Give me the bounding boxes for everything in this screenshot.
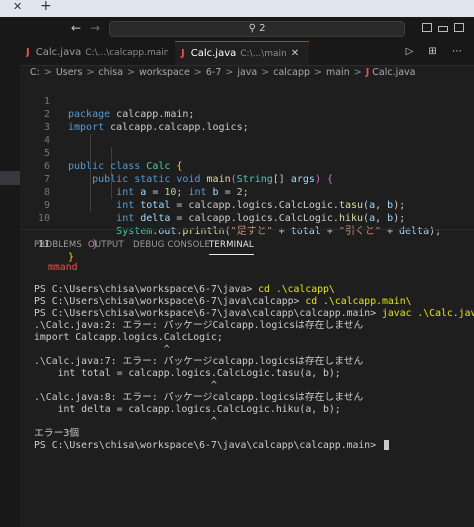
terminal-line: int delta = calcapp.logics.CalcLogic.hik…	[34, 404, 341, 415]
terminal-line: PS C:\Users\chisa\workspace\6-7\java\cal…	[34, 440, 389, 452]
code-line: 2 import calcapp.calcapp.logics;	[20, 95, 249, 133]
java-file-icon: J	[181, 48, 185, 59]
terminal-line: int total = calcapp.logics.CalcLogic.tas…	[34, 368, 341, 379]
breadcrumb-item[interactable]: java	[237, 67, 257, 78]
toggle-sidebar-icon[interactable]	[422, 23, 432, 32]
chevron-right-icon: >	[353, 67, 362, 78]
chevron-right-icon: >	[193, 67, 202, 78]
terminal-prompt: PS C:\Users\chisa\workspace\6-7\java\cal…	[34, 296, 306, 307]
terminal-command: cd .\calcapp\	[258, 284, 335, 295]
chevron-right-icon: >	[127, 67, 136, 78]
terminal-line: .\Calc.java:8: エラー: パッケージcalcapp.logicsは…	[34, 392, 364, 403]
breadcrumb-item[interactable]: Users	[56, 67, 83, 78]
breadcrumb: C: > Users > chisa > workspace >6-7 > java > calcap…	[30, 67, 416, 81]
new-tab-button[interactable]: +	[40, 0, 52, 14]
toggle-secondary-sidebar-icon[interactable]	[454, 23, 464, 32]
code-line: 3	[20, 108, 50, 133]
chevron-right-icon: >	[86, 67, 95, 78]
code-line: 6 public static void main(String[] args)…	[20, 147, 333, 185]
editor-actions[interactable]: ▷ ⊞ ⋯	[406, 46, 468, 57]
toggle-panel-icon[interactable]	[438, 26, 448, 32]
terminal-line: PS C:\Users\chisa\workspace\6-7\java> cd…	[34, 284, 335, 296]
tab-label: Calc.java	[35, 47, 82, 58]
chevron-right-icon: >	[225, 67, 234, 78]
code-line: 10 System.out.println("足すと" + total + "引…	[20, 199, 441, 237]
terminal-prompt: PS C:\Users\chisa\workspace\6-7\java\cal…	[34, 308, 382, 319]
code-line: 8 int total = calcapp.logics.CalcLogic.t…	[20, 173, 405, 211]
terminal-line: ^	[34, 344, 170, 355]
terminal-line: .\Calc.java:2: エラー: パッケージCalcapp.logicsは…	[34, 320, 364, 331]
breadcrumb-item[interactable]: calcapp	[273, 67, 310, 78]
chevron-right-icon: >	[43, 67, 52, 78]
tab-path: C:\...\main	[240, 49, 287, 59]
tab-path: C:\...\calcapp.main	[85, 48, 168, 58]
tab-calc-java-calcapp-main[interactable]: J Calc.java C:\...\calcapp.main	[26, 41, 168, 65]
tab-terminal[interactable]: TERMINAL	[209, 240, 254, 255]
tab-problems[interactable]: PROBLEMS	[34, 240, 82, 250]
terminal-command: javac .\Calc.java	[382, 308, 474, 319]
code-line: 7 int a = 10; int b = 2;	[20, 160, 249, 198]
code-editor[interactable]: 1 package calcapp.main; 2 import calcapp…	[20, 82, 474, 263]
code-text: public static void main(String[] args) {	[92, 174, 334, 185]
breadcrumb-item[interactable]: workspace	[139, 67, 190, 78]
tab-debug-console[interactable]: DEBUG CONSOLE	[133, 240, 210, 250]
panel-tab-bar: PROBLEMS OUTPUT DEBUG CONSOLE TERMINAL	[20, 236, 474, 255]
java-file-icon: J	[365, 67, 370, 78]
terminal-line: import Calcapp.logics.CalcLogic;	[34, 332, 223, 343]
forward-arrow-icon[interactable]: →	[90, 21, 100, 35]
terminal-line: エラー3個	[34, 428, 80, 439]
code-text: int a = 10; int b = 2;	[116, 187, 249, 198]
close-icon[interactable]: ✕	[13, 0, 22, 13]
chevron-right-icon: >	[261, 67, 270, 78]
breadcrumb-item[interactable]: main	[326, 67, 350, 78]
tab-label: Calc.java	[190, 48, 237, 59]
breadcrumb-file[interactable]: Calc.java	[372, 67, 415, 78]
tab-calc-java-main[interactable]: J Calc.java C:\...\main ✕	[175, 41, 309, 65]
code-line: 9 int delta = calcapp.logics.CalcLogic.h…	[20, 186, 405, 224]
terminal-line: PS C:\Users\chisa\workspace\6-7\java\cal…	[34, 308, 474, 320]
tab-output[interactable]: OUTPUT	[88, 240, 124, 250]
terminal-line: ^	[34, 380, 217, 391]
activity-bar	[0, 41, 20, 527]
breadcrumb-item[interactable]: chisa	[98, 67, 123, 78]
code-line: 5 public class Calc {	[20, 134, 182, 172]
terminal-line: PS C:\Users\chisa\workspace\6-7\java\cal…	[34, 296, 412, 308]
terminal-line: ^	[34, 416, 217, 427]
breadcrumb-item[interactable]: C:	[30, 67, 40, 78]
code-text: public class Calc {	[68, 161, 183, 172]
terminal-line: mmand	[48, 262, 78, 273]
breadcrumb-item[interactable]: 6-7	[206, 67, 222, 78]
code-text: package calcapp.main;	[68, 109, 195, 120]
terminal-line: .\Calc.java:7: エラー: パッケージcalcapp.logicsは…	[34, 356, 364, 367]
terminal-prompt: PS C:\Users\chisa\workspace\6-7\java\cal…	[34, 440, 382, 451]
activity-selection-marker	[0, 171, 20, 185]
code-text: int delta = calcapp.logics.CalcLogic.hik…	[116, 213, 406, 224]
layout-controls	[414, 21, 474, 37]
java-file-icon: J	[26, 47, 30, 58]
command-center-search[interactable]: ⚲ 2	[109, 21, 405, 37]
search-box-text: ⚲ 2	[248, 23, 266, 34]
code-line: 10 }	[20, 212, 98, 250]
code-text: int total = calcapp.logics.CalcLogic.tas…	[116, 200, 406, 211]
browser-tab-strip: ✕ +	[0, 0, 474, 17]
code-text: import calcapp.calcapp.logics;	[68, 122, 249, 133]
panel-divider	[20, 229, 474, 230]
code-line: 1 package calcapp.main;	[20, 82, 194, 120]
code-line: 4	[20, 121, 50, 146]
chevron-right-icon: >	[314, 67, 322, 78]
terminal-cursor	[384, 440, 389, 450]
terminal-prompt: PS C:\Users\chisa\workspace\6-7\java>	[34, 284, 259, 295]
editor-tab-bar: J Calc.java C:\...\calcapp.main J Calc.java…	[20, 41, 474, 66]
title-bar: ← → ⚲ 2	[0, 17, 474, 41]
terminal-command: cd .\calcapp.main\	[305, 296, 412, 307]
close-icon[interactable]: ✕	[291, 48, 299, 59]
back-arrow-icon[interactable]: ←	[71, 21, 81, 35]
